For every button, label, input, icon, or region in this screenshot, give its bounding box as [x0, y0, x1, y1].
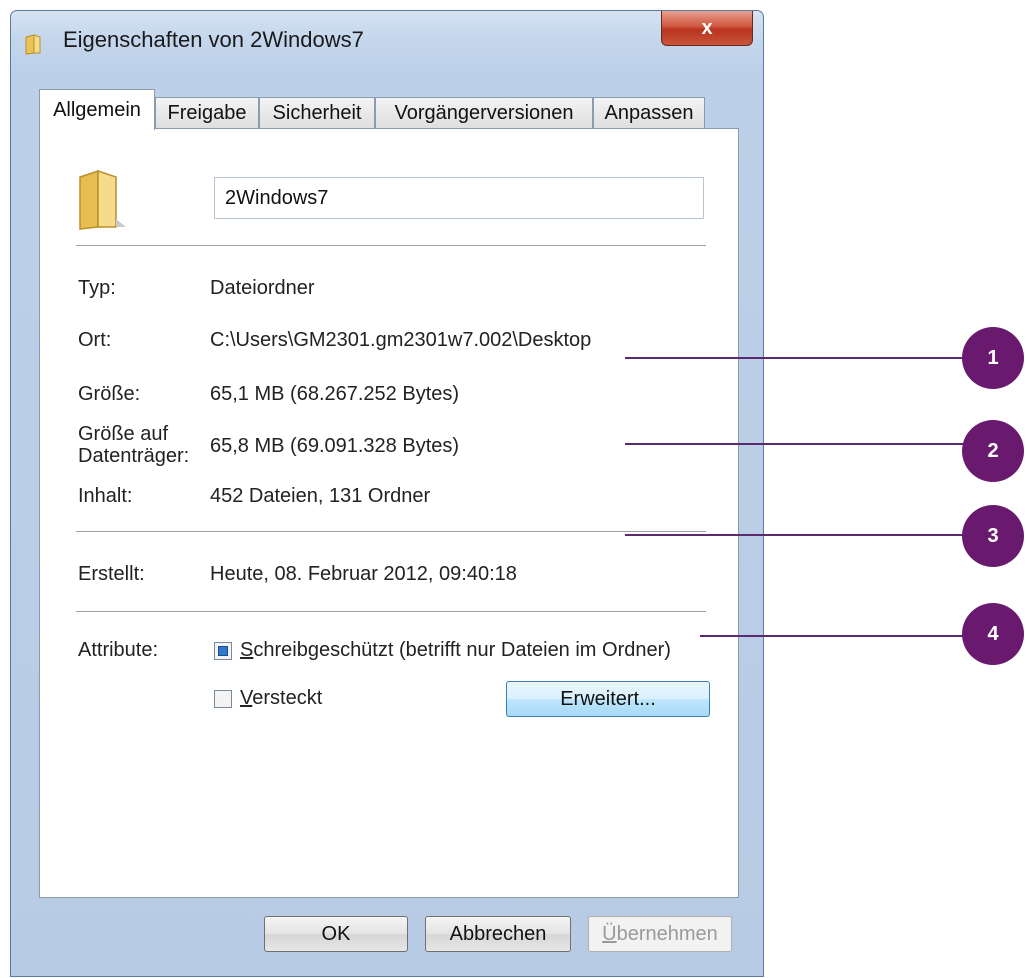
folder-large-icon	[79, 169, 126, 230]
tab-allgemein[interactable]: Allgemein	[39, 89, 155, 130]
general-tab-panel: Typ: Dateiordner Ort: C:\Users\GM2301.gm…	[39, 128, 739, 898]
callout-line-4	[700, 635, 965, 637]
title-bar[interactable]: Eigenschaften von 2Windows7 x	[11, 11, 763, 73]
disk-size-label-line1: Größe auf	[78, 423, 169, 445]
callout-badge-3: 3	[962, 505, 1024, 567]
callout-line-1	[625, 357, 965, 359]
folder-name-input[interactable]	[214, 177, 704, 219]
attributes-label: Attribute:	[78, 639, 159, 661]
callout-badge-4: 4	[962, 603, 1024, 665]
callout-badge-2: 2	[962, 420, 1024, 482]
separator	[76, 245, 706, 247]
folder-icon	[25, 34, 41, 55]
contents-label: Inhalt:	[78, 485, 133, 507]
readonly-label-mnemonic: S	[240, 639, 254, 661]
created-value: Heute, 08. Februar 2012, 09:40:18	[210, 563, 517, 585]
type-value: Dateiordner	[210, 277, 315, 299]
apply-mnemonic: Ü	[602, 922, 617, 945]
hidden-checkbox-label[interactable]: Versteckt	[240, 687, 322, 710]
callout-badge-1: 1	[962, 327, 1024, 389]
properties-window: Eigenschaften von 2Windows7 x Allgemein …	[10, 10, 764, 977]
callout-line-3	[625, 534, 965, 536]
apply-label: bernehmen	[616, 922, 718, 945]
separator	[76, 611, 706, 613]
location-value: C:\Users\GM2301.gm2301w7.002\Desktop	[210, 329, 592, 351]
size-value: 65,1 MB (68.267.252 Bytes)	[210, 383, 460, 405]
tab-freigabe[interactable]: Freigabe	[155, 97, 259, 129]
ok-button[interactable]: OK	[264, 916, 408, 952]
hidden-label-text: ersteckt	[252, 687, 323, 709]
created-label: Erstellt:	[78, 563, 145, 585]
disk-size-label-line2: Datenträger:	[78, 445, 190, 467]
tab-anpassen[interactable]: Anpassen	[593, 97, 705, 129]
readonly-label-text: chreibgeschützt (betrifft nur Dateien im…	[253, 639, 671, 661]
size-label: Größe:	[78, 383, 141, 405]
disk-size-value: 65,8 MB (69.091.328 Bytes)	[210, 435, 460, 457]
window-title: Eigenschaften von 2Windows7	[63, 27, 364, 52]
disk-size-label: Größe auf Datenträger:	[78, 423, 189, 467]
hidden-checkbox[interactable]	[214, 690, 232, 708]
readonly-checkbox[interactable]	[214, 642, 232, 660]
separator	[76, 531, 706, 533]
readonly-checkbox-label[interactable]: Schreibgeschützt (betrifft nur Dateien i…	[240, 639, 671, 662]
advanced-button[interactable]: Erweitert...	[506, 681, 710, 717]
contents-value: 452 Dateien, 131 Ordner	[210, 485, 431, 507]
close-icon: x	[701, 16, 713, 39]
apply-button: Übernehmen	[588, 916, 732, 952]
hidden-label-mnemonic: V	[240, 687, 253, 709]
tab-sicherheit[interactable]: Sicherheit	[259, 97, 375, 129]
type-label: Typ:	[78, 277, 116, 299]
callout-line-2	[625, 443, 965, 445]
tab-vorgaengerversionen[interactable]: Vorgängerversionen	[375, 97, 593, 129]
location-label: Ort:	[78, 329, 112, 351]
close-button[interactable]: x	[661, 11, 753, 46]
cancel-button[interactable]: Abbrechen	[425, 916, 571, 952]
